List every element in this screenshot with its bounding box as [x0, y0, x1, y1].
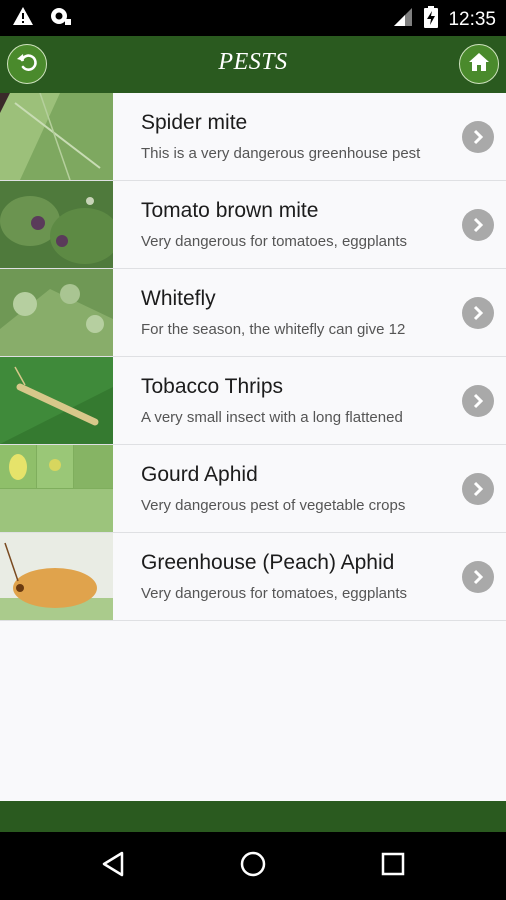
signal-icon	[392, 7, 414, 32]
home-icon	[468, 51, 490, 78]
list-item[interactable]: Greenhouse (Peach) Aphid Very dangerous …	[0, 533, 506, 621]
pest-title: Whitefly	[141, 287, 216, 310]
pest-thumbnail	[0, 533, 113, 620]
list-item[interactable]: Whitefly For the season, the whitefly ca…	[0, 269, 506, 357]
list-item[interactable]: Tobacco Thrips A very small insect with …	[0, 357, 506, 445]
warning-icon	[12, 6, 34, 31]
back-triangle-icon	[100, 850, 126, 883]
chevron-right-icon	[462, 121, 494, 153]
pest-description: This is a very dangerous greenhouse pest	[141, 145, 421, 162]
status-bar: 12:35	[0, 0, 506, 36]
status-time: 12:35	[448, 8, 496, 30]
pest-thumbnail	[0, 357, 113, 444]
app-bar: PESTS	[0, 36, 506, 93]
pest-thumbnail	[0, 269, 113, 356]
chevron-right-icon	[462, 209, 494, 241]
pest-thumbnail	[0, 181, 113, 268]
pest-title: Greenhouse (Peach) Aphid	[141, 551, 395, 574]
pest-description: A very small insect with a long flattene…	[141, 409, 403, 426]
pest-title: Tomato brown mite	[141, 199, 319, 222]
pest-thumbnail	[0, 93, 113, 180]
list-item[interactable]: Gourd Aphid Very dangerous pest of veget…	[0, 445, 506, 533]
pest-title: Gourd Aphid	[141, 463, 258, 486]
chevron-right-icon	[462, 385, 494, 417]
pest-description: Very dangerous pest of vegetable crops	[141, 497, 406, 514]
pest-description: Very dangerous for tomatoes, eggplants	[141, 585, 408, 602]
pest-description: Very dangerous for tomatoes, eggplants	[141, 233, 408, 250]
chevron-right-icon	[462, 561, 494, 593]
home-circle-icon	[239, 850, 267, 883]
page-title: PESTS	[218, 49, 288, 75]
list-item[interactable]: Spider mite This is a very dangerous gre…	[0, 93, 506, 181]
navigation-bar	[0, 832, 506, 900]
pest-thumbnail	[0, 445, 113, 532]
chevron-right-icon	[462, 297, 494, 329]
recents-square-icon	[380, 851, 406, 882]
camera-notification-icon	[48, 6, 72, 31]
pest-title: Tobacco Thrips	[141, 375, 284, 398]
home-button[interactable]	[459, 44, 499, 84]
pest-description: For the season, the whitefly can give 12	[141, 321, 406, 338]
nav-recents-button[interactable]	[376, 849, 410, 883]
pest-list: Spider mite This is a very dangerous gre…	[0, 93, 506, 621]
bottom-bar	[0, 801, 506, 832]
pest-title: Spider mite	[141, 111, 248, 134]
nav-home-button[interactable]	[236, 849, 270, 883]
battery-charging-icon	[424, 6, 439, 33]
nav-back-button[interactable]	[96, 849, 130, 883]
list-item[interactable]: Tomato brown mite Very dangerous for tom…	[0, 181, 506, 269]
chevron-right-icon	[462, 473, 494, 505]
